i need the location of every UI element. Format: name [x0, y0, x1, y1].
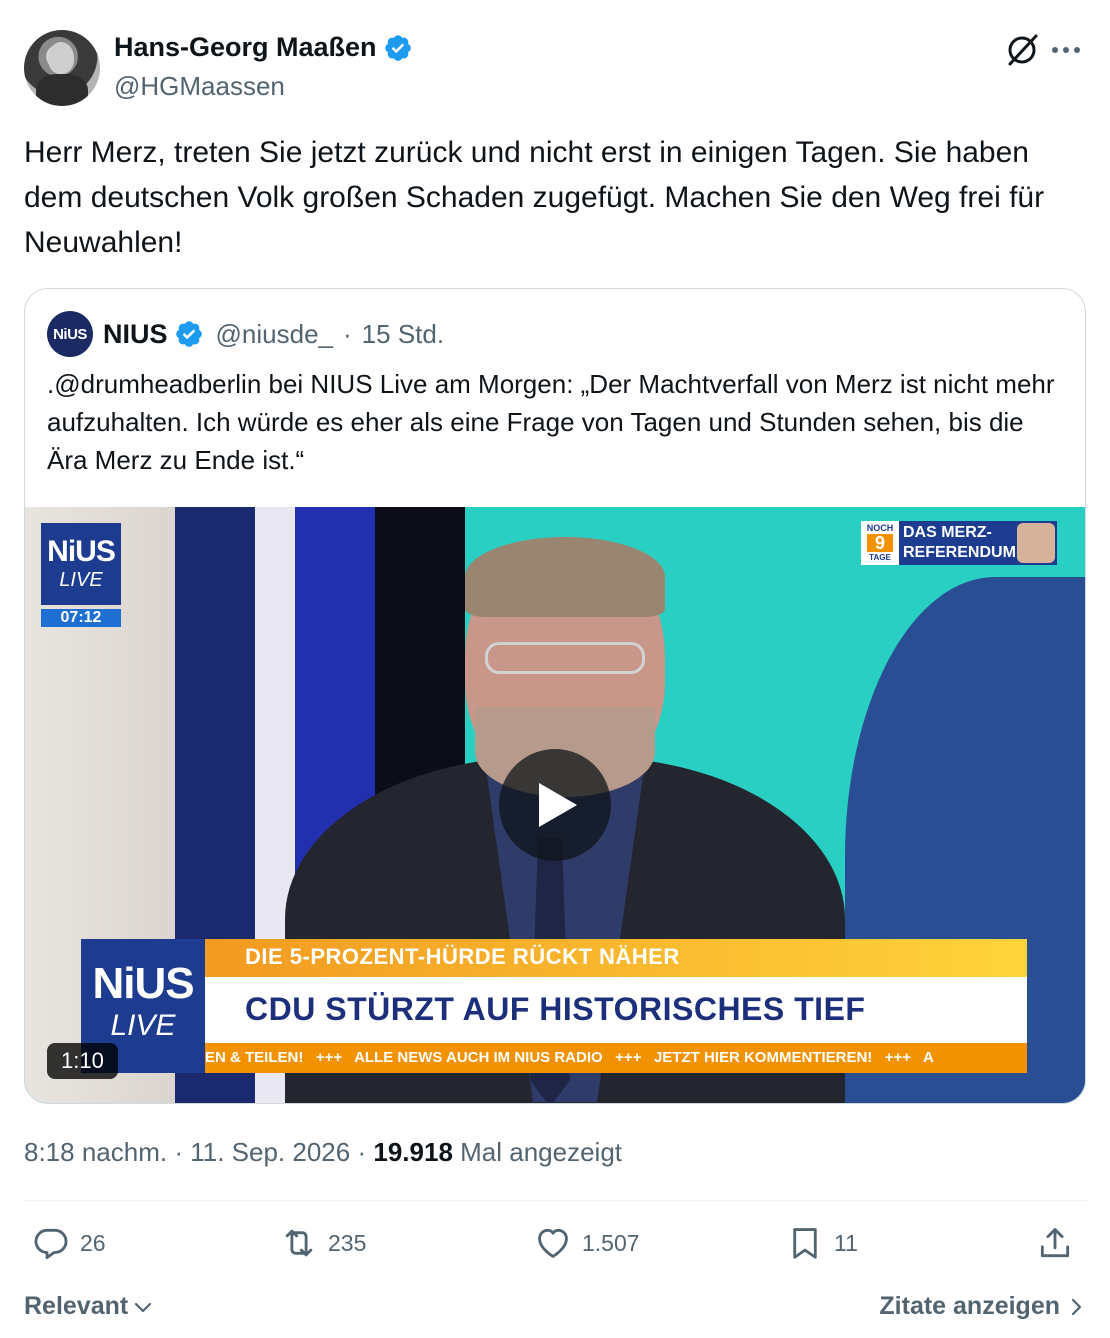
grok-icon[interactable]: [1002, 30, 1042, 70]
quoted-tweet[interactable]: NiUS NIUS @niusde_ · 15 Std. .@drumheadb…: [24, 288, 1086, 1104]
view-quotes-label: Zitate anzeigen: [879, 1292, 1060, 1320]
avatar-face: [48, 42, 74, 74]
quote-time[interactable]: 15 Std.: [362, 319, 444, 350]
repost-count: 235: [328, 1229, 367, 1256]
author-display-name[interactable]: Hans-Georg Maaßen: [114, 32, 377, 63]
author-block: Hans-Georg Maaßen @HGMaassen: [114, 32, 413, 102]
person-hair: [465, 537, 665, 617]
meta-separator: ·: [174, 1137, 183, 1167]
channel-logo-title: NiUS: [47, 535, 116, 568]
meta-separator: ·: [357, 1137, 367, 1167]
lower-logo-sub: LIVE: [110, 1009, 176, 1042]
quote-text: .@drumheadberlin bei NIUS Live am Morgen…: [47, 369, 1055, 475]
lower-third: NiUS LIVE DIE 5-PROZENT-HÜRDE RÜCKT NÄHE…: [81, 939, 1027, 1073]
countdown-tage: TAGE: [869, 553, 891, 562]
divider: [24, 1200, 1086, 1201]
like-button[interactable]: 1.507: [534, 1224, 640, 1262]
share-button[interactable]: [1036, 1224, 1074, 1262]
tweet-header: Hans-Georg Maaßen @HGMaassen: [24, 30, 1086, 106]
repost-button[interactable]: 235: [280, 1224, 366, 1262]
bookmark-button[interactable]: 11: [786, 1224, 858, 1262]
person-glasses: [485, 642, 645, 674]
action-bar: 26 235 1.507 11: [24, 1224, 1086, 1272]
verified-badge-icon: [175, 321, 202, 347]
video-player[interactable]: NiUS LIVE 07:12 NOCH 9 TAGE DAS MERZ- RE…: [25, 507, 1085, 1103]
quote-avatar[interactable]: NiUS: [47, 311, 93, 357]
referendum-line1: DAS MERZ-: [903, 524, 992, 541]
tweet-time[interactable]: 8:18 nachm.: [24, 1137, 167, 1167]
news-ticker: EN & TEILEN! +++ ALLE NEWS AUCH IM NIUS …: [205, 1043, 1027, 1073]
tweet-meta: 8:18 nachm. · 11. Sep. 2026 · 19.918 Mal…: [24, 1137, 622, 1168]
sort-dropdown[interactable]: Relevant: [24, 1292, 154, 1321]
channel-logo-sub: LIVE: [59, 569, 103, 591]
headline-main: CDU STÜRZT AUF HISTORISCHES TIEF: [245, 991, 866, 1027]
reply-icon: [34, 1228, 68, 1259]
avatar-body: [36, 74, 88, 106]
verified-badge-icon: [384, 34, 411, 61]
play-icon: [539, 783, 577, 827]
referendum-portrait: [1017, 523, 1055, 563]
video-duration: 1:10: [47, 1043, 118, 1079]
avatar[interactable]: [24, 30, 100, 106]
author-name-row: Hans-Georg Maaßen: [114, 32, 413, 63]
broadcast-time: 07:12: [41, 609, 121, 627]
countdown-noch: NOCH: [866, 523, 894, 533]
channel-logo: NiUS LIVE: [41, 523, 121, 605]
headline-kicker: DIE 5-PROZENT-HÜRDE RÜCKT NÄHER: [245, 944, 680, 969]
heart-icon: [538, 1228, 568, 1258]
countdown-box: NOCH 9 TAGE: [861, 521, 899, 565]
countdown-number: 9: [867, 534, 893, 552]
headline-kicker-bar: DIE 5-PROZENT-HÜRDE RÜCKT NÄHER: [205, 939, 1027, 977]
referendum-badge: NOCH 9 TAGE DAS MERZ- REFERENDUM: [861, 521, 1057, 565]
reply-count: 26: [80, 1229, 106, 1256]
tweet-date[interactable]: 11. Sep. 2026: [190, 1137, 350, 1167]
like-count: 1.507: [582, 1229, 640, 1256]
referendum-line2: REFERENDUM: [903, 544, 1016, 561]
views-count: 19.918: [373, 1137, 453, 1167]
news-ticker-text: EN & TEILEN! +++ ALLE NEWS AUCH IM NIUS …: [205, 1049, 934, 1066]
share-icon: [1040, 1228, 1070, 1258]
quote-handle[interactable]: @niusde_: [216, 319, 333, 350]
play-button[interactable]: [499, 749, 611, 861]
chevron-down-icon: [135, 1302, 152, 1312]
views-label: Mal angezeigt: [460, 1137, 623, 1167]
headline-main-bar: CDU STÜRZT AUF HISTORISCHES TIEF: [205, 977, 1027, 1043]
repost-icon: [285, 1229, 313, 1257]
chevron-right-icon: [1071, 1298, 1082, 1315]
bookmark-count: 11: [834, 1229, 858, 1256]
view-quotes-link[interactable]: Zitate anzeigen: [879, 1292, 1086, 1321]
more-icon[interactable]: [1046, 30, 1086, 70]
quote-display-name[interactable]: NIUS: [103, 319, 168, 350]
author-handle[interactable]: @HGMaassen: [114, 71, 413, 102]
bookmark-icon: [793, 1228, 817, 1259]
reply-button[interactable]: 26: [32, 1224, 106, 1262]
referendum-text: DAS MERZ- REFERENDUM: [903, 523, 1016, 563]
quote-separator: ·: [343, 318, 352, 349]
sort-label: Relevant: [24, 1292, 129, 1320]
quote-header: NiUS NIUS @niusde_ · 15 Std.: [47, 311, 444, 357]
lower-logo-title: NiUS: [92, 959, 194, 1008]
tweet-text: Herr Merz, treten Sie jetzt zurück und n…: [24, 136, 1045, 259]
